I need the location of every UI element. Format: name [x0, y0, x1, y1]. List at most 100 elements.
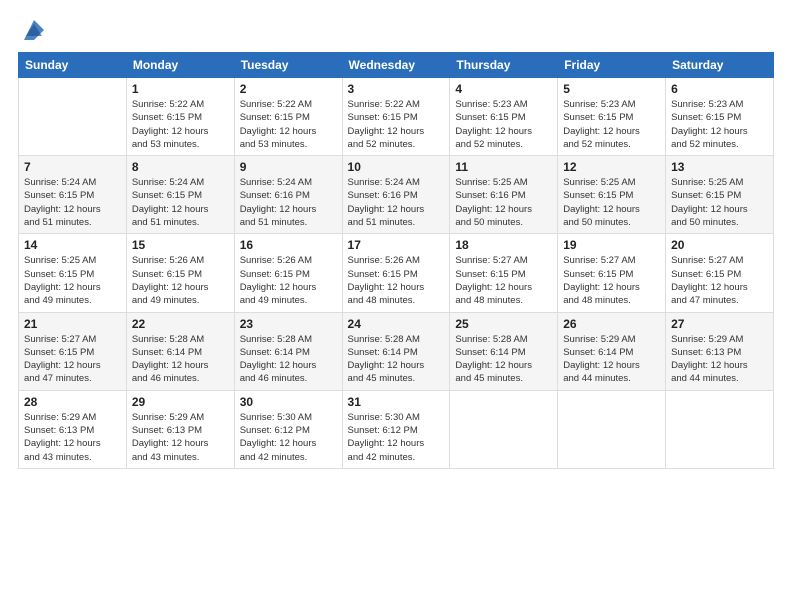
day-info: Sunrise: 5:23 AM Sunset: 6:15 PM Dayligh…	[671, 98, 768, 151]
calendar-cell: 29 Sunrise: 5:29 AM Sunset: 6:13 PM Dayli…	[126, 390, 234, 468]
day-header: Wednesday	[342, 53, 450, 78]
calendar-cell: 7 Sunrise: 5:24 AM Sunset: 6:15 PM Daylig…	[19, 156, 127, 234]
calendar-cell: 28 Sunrise: 5:29 AM Sunset: 6:13 PM Dayli…	[19, 390, 127, 468]
day-number: 27	[671, 317, 768, 331]
calendar-cell	[450, 390, 558, 468]
calendar-cell: 9Sunrise: 5:24 AM Sunset: 6:16 PM Daylig…	[234, 156, 342, 234]
day-number: 23	[240, 317, 337, 331]
calendar-cell: 27 Sunrise: 5:29 AM Sunset: 6:13 PM Dayli…	[666, 312, 774, 390]
day-info: Sunrise: 5:28 AM Sunset: 6:14 PM Dayligh…	[455, 333, 552, 386]
calendar-cell: 17 Sunrise: 5:26 AM Sunset: 6:15 PM Dayli…	[342, 234, 450, 312]
day-info: Sunrise: 5:29 AM Sunset: 6:13 PM Dayligh…	[132, 411, 229, 464]
day-info: Sunrise: 5:23 AM Sunset: 6:15 PM Dayligh…	[563, 98, 660, 151]
day-number: 10	[348, 160, 445, 174]
day-number: 29	[132, 395, 229, 409]
day-info: Sunrise: 5:23 AM Sunset: 6:15 PM Dayligh…	[455, 98, 552, 151]
calendar-cell: 30 Sunrise: 5:30 AM Sunset: 6:12 PM Dayli…	[234, 390, 342, 468]
calendar-cell: 24 Sunrise: 5:28 AM Sunset: 6:14 PM Dayli…	[342, 312, 450, 390]
day-number: 28	[24, 395, 121, 409]
day-number: 11	[455, 160, 552, 174]
day-info: Sunrise: 5:24 AM Sunset: 6:15 PM Dayligh…	[24, 176, 121, 229]
day-number: 24	[348, 317, 445, 331]
day-number: 14	[24, 238, 121, 252]
day-number: 13	[671, 160, 768, 174]
calendar-cell: 11 Sunrise: 5:25 AM Sunset: 6:16 PM Dayli…	[450, 156, 558, 234]
day-number: 26	[563, 317, 660, 331]
calendar-cell: 2 Sunrise: 5:22 AM Sunset: 6:15 PM Daylig…	[234, 78, 342, 156]
calendar-cell: 3 Sunrise: 5:22 AM Sunset: 6:15 PM Daylig…	[342, 78, 450, 156]
day-info: Sunrise: 5:22 AM Sunset: 6:15 PM Dayligh…	[240, 98, 337, 151]
logo-icon	[20, 16, 48, 44]
calendar-table: SundayMondayTuesdayWednesdayThursdayFrid…	[18, 52, 774, 469]
day-info: Sunrise: 5:29 AM Sunset: 6:14 PM Dayligh…	[563, 333, 660, 386]
day-number: 5	[563, 82, 660, 96]
calendar-cell	[666, 390, 774, 468]
day-info: Sunrise: 5:28 AM Sunset: 6:14 PM Dayligh…	[132, 333, 229, 386]
day-info: Sunrise: 5:24 AM Sunset: 6:15 PM Dayligh…	[132, 176, 229, 229]
day-info: Sunrise: 5:29 AM Sunset: 6:13 PM Dayligh…	[24, 411, 121, 464]
day-header: Thursday	[450, 53, 558, 78]
calendar-cell: 22Sunrise: 5:28 AM Sunset: 6:14 PM Dayli…	[126, 312, 234, 390]
logo	[18, 16, 48, 44]
calendar-cell: 19 Sunrise: 5:27 AM Sunset: 6:15 PM Dayli…	[558, 234, 666, 312]
calendar-header-row: SundayMondayTuesdayWednesdayThursdayFrid…	[19, 53, 774, 78]
calendar-week-row: 1Sunrise: 5:22 AM Sunset: 6:15 PM Daylig…	[19, 78, 774, 156]
day-number: 3	[348, 82, 445, 96]
day-number: 21	[24, 317, 121, 331]
day-info: Sunrise: 5:24 AM Sunset: 6:16 PM Dayligh…	[348, 176, 445, 229]
day-info: Sunrise: 5:26 AM Sunset: 6:15 PM Dayligh…	[240, 254, 337, 307]
calendar-cell: 5 Sunrise: 5:23 AM Sunset: 6:15 PM Daylig…	[558, 78, 666, 156]
calendar-cell: 18Sunrise: 5:27 AM Sunset: 6:15 PM Dayli…	[450, 234, 558, 312]
day-number: 4	[455, 82, 552, 96]
day-info: Sunrise: 5:25 AM Sunset: 6:15 PM Dayligh…	[563, 176, 660, 229]
calendar-cell	[558, 390, 666, 468]
day-number: 25	[455, 317, 552, 331]
day-info: Sunrise: 5:28 AM Sunset: 6:14 PM Dayligh…	[240, 333, 337, 386]
calendar-cell: 8 Sunrise: 5:24 AM Sunset: 6:15 PM Daylig…	[126, 156, 234, 234]
calendar-cell: 15 Sunrise: 5:26 AM Sunset: 6:15 PM Dayli…	[126, 234, 234, 312]
calendar-week-row: 28 Sunrise: 5:29 AM Sunset: 6:13 PM Dayli…	[19, 390, 774, 468]
calendar-cell: 20Sunrise: 5:27 AM Sunset: 6:15 PM Dayli…	[666, 234, 774, 312]
calendar-cell: 16 Sunrise: 5:26 AM Sunset: 6:15 PM Dayli…	[234, 234, 342, 312]
day-number: 8	[132, 160, 229, 174]
day-number: 19	[563, 238, 660, 252]
day-number: 16	[240, 238, 337, 252]
day-info: Sunrise: 5:27 AM Sunset: 6:15 PM Dayligh…	[563, 254, 660, 307]
calendar-cell: 14 Sunrise: 5:25 AM Sunset: 6:15 PM Dayli…	[19, 234, 127, 312]
day-header: Sunday	[19, 53, 127, 78]
day-number: 31	[348, 395, 445, 409]
day-number: 12	[563, 160, 660, 174]
day-header: Monday	[126, 53, 234, 78]
calendar-cell: 1Sunrise: 5:22 AM Sunset: 6:15 PM Daylig…	[126, 78, 234, 156]
calendar-cell: 21Sunrise: 5:27 AM Sunset: 6:15 PM Dayli…	[19, 312, 127, 390]
day-info: Sunrise: 5:26 AM Sunset: 6:15 PM Dayligh…	[348, 254, 445, 307]
calendar-cell: 26 Sunrise: 5:29 AM Sunset: 6:14 PM Dayli…	[558, 312, 666, 390]
calendar-cell: 13 Sunrise: 5:25 AM Sunset: 6:15 PM Dayli…	[666, 156, 774, 234]
day-header: Friday	[558, 53, 666, 78]
day-number: 2	[240, 82, 337, 96]
calendar-week-row: 7 Sunrise: 5:24 AM Sunset: 6:15 PM Daylig…	[19, 156, 774, 234]
day-info: Sunrise: 5:29 AM Sunset: 6:13 PM Dayligh…	[671, 333, 768, 386]
day-number: 30	[240, 395, 337, 409]
day-number: 18	[455, 238, 552, 252]
calendar-cell: 31 Sunrise: 5:30 AM Sunset: 6:12 PM Dayli…	[342, 390, 450, 468]
day-info: Sunrise: 5:22 AM Sunset: 6:15 PM Dayligh…	[132, 98, 229, 151]
day-info: Sunrise: 5:26 AM Sunset: 6:15 PM Dayligh…	[132, 254, 229, 307]
day-info: Sunrise: 5:24 AM Sunset: 6:16 PM Dayligh…	[240, 176, 337, 229]
day-info: Sunrise: 5:30 AM Sunset: 6:12 PM Dayligh…	[240, 411, 337, 464]
day-info: Sunrise: 5:30 AM Sunset: 6:12 PM Dayligh…	[348, 411, 445, 464]
day-number: 17	[348, 238, 445, 252]
day-info: Sunrise: 5:28 AM Sunset: 6:14 PM Dayligh…	[348, 333, 445, 386]
day-info: Sunrise: 5:25 AM Sunset: 6:16 PM Dayligh…	[455, 176, 552, 229]
day-info: Sunrise: 5:22 AM Sunset: 6:15 PM Dayligh…	[348, 98, 445, 151]
calendar-cell: 10 Sunrise: 5:24 AM Sunset: 6:16 PM Dayli…	[342, 156, 450, 234]
day-info: Sunrise: 5:25 AM Sunset: 6:15 PM Dayligh…	[24, 254, 121, 307]
day-info: Sunrise: 5:25 AM Sunset: 6:15 PM Dayligh…	[671, 176, 768, 229]
calendar-week-row: 14 Sunrise: 5:25 AM Sunset: 6:15 PM Dayli…	[19, 234, 774, 312]
day-info: Sunrise: 5:27 AM Sunset: 6:15 PM Dayligh…	[671, 254, 768, 307]
day-number: 7	[24, 160, 121, 174]
calendar-cell: 25 Sunrise: 5:28 AM Sunset: 6:14 PM Dayli…	[450, 312, 558, 390]
day-header: Tuesday	[234, 53, 342, 78]
day-number: 15	[132, 238, 229, 252]
calendar-cell	[19, 78, 127, 156]
